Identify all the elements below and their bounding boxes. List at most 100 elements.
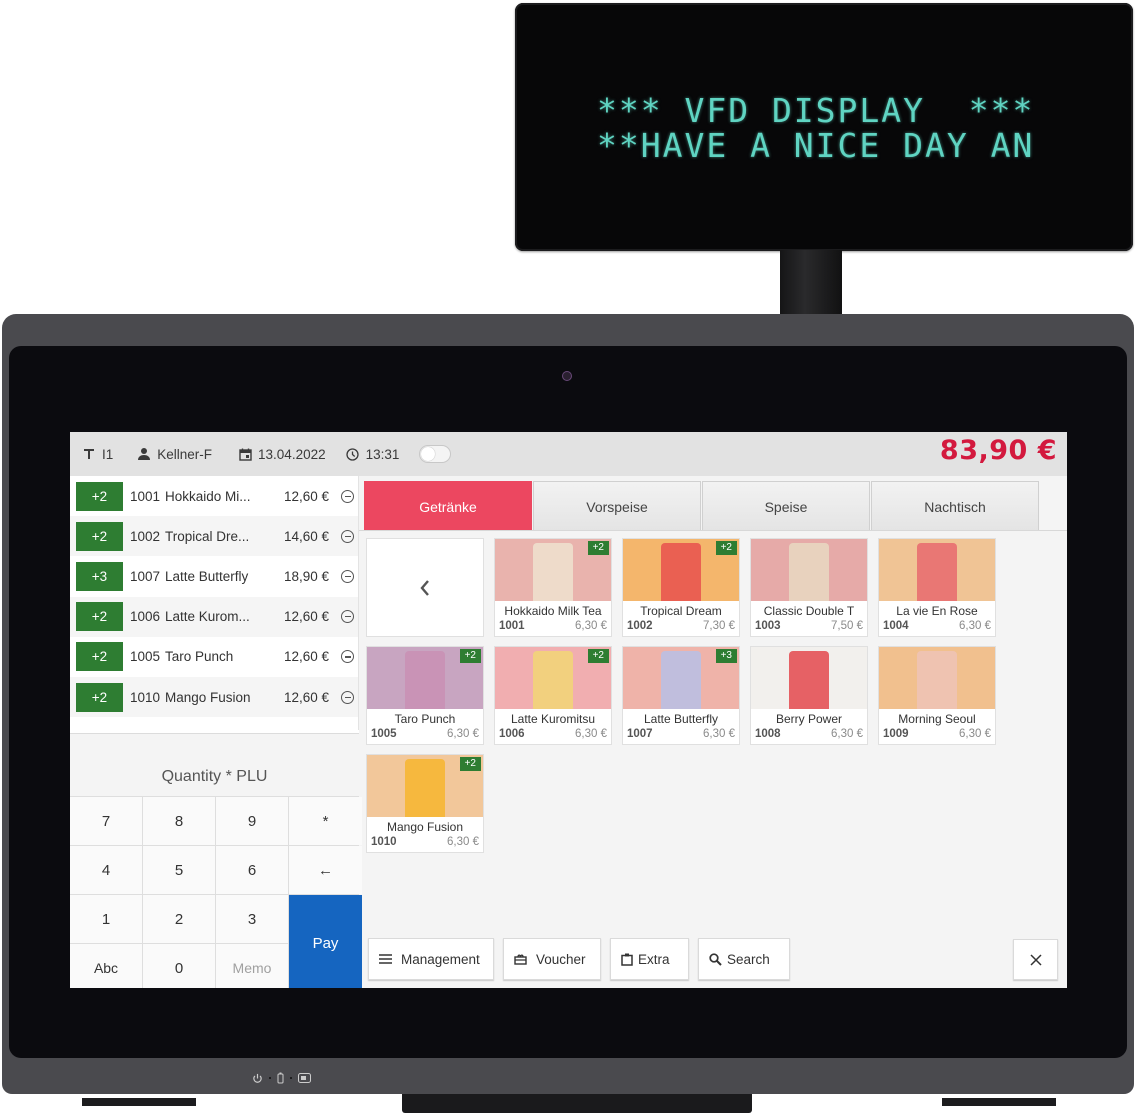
order-item-price: 18,90 €: [283, 568, 329, 584]
key-0[interactable]: 0: [143, 944, 215, 988]
product-meta: 1003 7,50 €: [751, 619, 867, 633]
quantity-badge[interactable]: +2: [76, 642, 123, 672]
drink-cup-image: [533, 651, 573, 709]
extra-button[interactable]: Extra: [610, 938, 689, 980]
product-tile[interactable]: Classic Double T 1003 7,50 €: [750, 538, 868, 637]
tab-speise[interactable]: Speise: [702, 481, 870, 531]
product-plu: 1004: [883, 620, 909, 632]
product-tile[interactable]: Morning Seoul 1009 6,30 €: [878, 646, 996, 745]
back-button[interactable]: [366, 538, 484, 637]
table-indicator[interactable]: I1: [82, 447, 113, 462]
product-name: La vie En Rose: [896, 604, 978, 618]
product-meta: 1001 6,30 €: [495, 619, 611, 633]
remove-item-icon[interactable]: [341, 529, 354, 543]
tab-vorspeise[interactable]: Vorspeise: [533, 481, 701, 531]
date-value: 13.04.2022: [258, 446, 326, 462]
product-plu: 1006: [499, 728, 525, 740]
key-9[interactable]: 9: [216, 797, 288, 845]
product-name: Taro Punch: [394, 712, 456, 726]
key-6[interactable]: 6: [216, 846, 288, 894]
product-tile[interactable]: La vie En Rose 1004 6,30 €: [878, 538, 996, 637]
quantity-badge[interactable]: +3: [76, 561, 123, 591]
drink-cup-image: [917, 543, 957, 601]
product-tile[interactable]: +2 Latte Kuromitsu 1006 6,30 €: [494, 646, 612, 745]
order-row[interactable]: +2 1005 Taro Punch 12,60 €: [70, 637, 358, 677]
order-item-name: Tropical Dre...: [165, 528, 250, 544]
product-image: +2: [367, 647, 483, 709]
quantity-badge[interactable]: +2: [76, 682, 123, 712]
product-tile[interactable]: +3 Latte Butterfly 1007 6,30 €: [622, 646, 740, 745]
quantity-badge[interactable]: +2: [76, 481, 123, 511]
remove-item-icon[interactable]: [341, 569, 354, 583]
product-tile[interactable]: +2 Taro Punch 1005 6,30 €: [366, 646, 484, 745]
voucher-button[interactable]: Voucher: [503, 938, 601, 980]
key-2[interactable]: 2: [143, 895, 215, 943]
order-total: 83,90 €: [939, 435, 1057, 466]
extra-label: Extra: [638, 951, 670, 967]
quantity-badge[interactable]: +2: [76, 521, 123, 551]
mode-toggle[interactable]: [419, 445, 452, 463]
order-row[interactable]: +2 1001 Hokkaido Mi... 12,60 €: [70, 476, 358, 516]
key-7[interactable]: 7: [70, 797, 142, 845]
product-name: Latte Kuromitsu: [510, 712, 596, 726]
remove-item-icon[interactable]: [341, 650, 354, 664]
product-tile[interactable]: Berry Power 1008 6,30 €: [750, 646, 868, 745]
key-4[interactable]: 4: [70, 846, 142, 894]
product-image: +2: [623, 539, 739, 601]
product-meta: 1010 6,30 €: [367, 835, 483, 849]
product-name: Latte Butterfly: [643, 712, 719, 726]
product-image: [879, 647, 995, 709]
chevron-left-icon: [420, 579, 429, 596]
product-tile[interactable]: +2 Tropical Dream 1002 7,30 €: [622, 538, 740, 637]
remove-item-icon[interactable]: [341, 690, 354, 704]
product-meta: 1007 6,30 €: [623, 727, 739, 741]
vfd-customer-display: *** VFD DISPLAY *** **HAVE A NICE DAY AN: [515, 3, 1133, 251]
key-5[interactable]: 5: [143, 846, 215, 894]
product-count-badge: +2: [459, 757, 481, 771]
order-plu: 1001: [130, 488, 161, 504]
product-tile[interactable]: +2 Hokkaido Milk Tea 1001 6,30 €: [494, 538, 612, 637]
quantity-badge[interactable]: +2: [76, 602, 123, 632]
management-button[interactable]: Management: [368, 938, 494, 980]
search-button[interactable]: Search: [698, 938, 790, 980]
status-indicators: [252, 1072, 311, 1084]
drink-cup-image: [789, 651, 829, 709]
keypad-input-label: Quantity * PLU: [161, 768, 268, 785]
product-price: 6,30 €: [575, 620, 607, 632]
close-button[interactable]: [1013, 939, 1058, 980]
search-icon: [709, 952, 722, 966]
backspace-key[interactable]: ←: [289, 846, 362, 894]
gift-card-icon: [514, 954, 527, 965]
remove-item-icon[interactable]: [341, 489, 354, 503]
vfd-text: *** VFD DISPLAY *** **HAVE A NICE DAY AN: [597, 93, 1034, 163]
tab-getraenke[interactable]: Getränke: [364, 481, 532, 531]
drink-cup-image: [661, 543, 701, 601]
product-name: Berry Power: [775, 712, 843, 726]
key-8[interactable]: 8: [143, 797, 215, 845]
order-item-name: Hokkaido Mi...: [165, 488, 251, 504]
order-row[interactable]: +2 1002 Tropical Dre... 14,60 €: [70, 516, 358, 557]
order-row[interactable]: +2 1010 Mango Fusion 12,60 €: [70, 676, 358, 718]
key-multiply[interactable]: *: [289, 797, 362, 845]
key-3[interactable]: 3: [216, 895, 288, 943]
tab-nachtisch[interactable]: Nachtisch: [871, 481, 1039, 531]
product-meta: 1006 6,30 €: [495, 727, 611, 741]
product-meta: 1004 6,30 €: [879, 619, 995, 633]
abc-key[interactable]: Abc: [70, 944, 142, 988]
order-row[interactable]: +3 1007 Latte Butterfly 18,90 €: [70, 556, 358, 596]
product-grid: +2 Hokkaido Milk Tea 1001 6,30 € +2 Tropical …: [366, 538, 1006, 853]
remove-item-icon[interactable]: [341, 610, 354, 624]
order-item-price: 12,60 €: [283, 609, 329, 625]
product-plu: 1001: [499, 620, 525, 632]
pay-button[interactable]: Pay: [289, 895, 362, 988]
top-bar: I1 Kellner-F 13.04.2022 13:31 83,90 €: [70, 432, 1067, 476]
key-1[interactable]: 1: [70, 895, 142, 943]
product-tile[interactable]: +2 Mango Fusion 1010 6,30 €: [366, 754, 484, 853]
pos-app-screen: I1 Kellner-F 13.04.2022 13:31 83,90 € +2…: [70, 432, 1067, 988]
camera-icon: [563, 372, 571, 380]
order-plu: 1006: [130, 609, 161, 625]
waiter-indicator[interactable]: Kellner-F: [137, 447, 212, 462]
product-image: [879, 539, 995, 601]
memo-key[interactable]: Memo: [216, 944, 288, 988]
order-row[interactable]: +2 1006 Latte Kurom... 12,60 €: [70, 596, 358, 637]
